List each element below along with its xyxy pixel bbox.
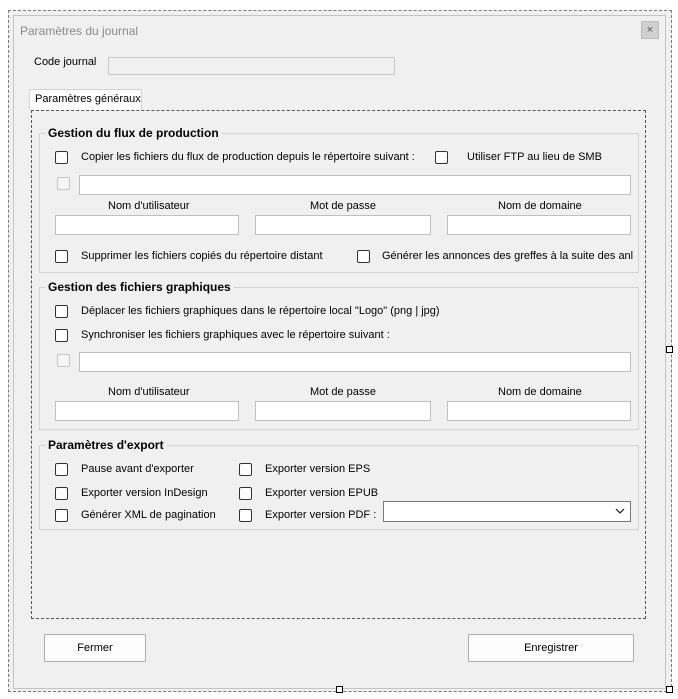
close-button[interactable]: Fermer xyxy=(44,634,146,662)
resize-handle-bottom[interactable] xyxy=(336,686,343,693)
group-export-title: Paramètres d'export xyxy=(45,438,167,452)
tab-parametres-generaux[interactable]: Paramètres généraux xyxy=(29,89,142,110)
pause-before-export-checkbox[interactable] xyxy=(55,463,68,476)
generate-announces-label: Générer les annonces des greffes à la su… xyxy=(382,250,634,262)
flux-domain-label: Nom de domaine xyxy=(498,200,582,212)
export-eps-label: Exporter version EPS xyxy=(265,463,371,475)
generate-announces-checkbox[interactable] xyxy=(357,250,370,263)
generate-xml-label: Générer XML de pagination xyxy=(81,509,216,521)
move-graphics-checkbox[interactable] xyxy=(55,305,68,318)
title-bar: Paramètres du journal × xyxy=(14,16,665,44)
flux-path-checkbox[interactable] xyxy=(57,177,70,190)
move-graphics-label: Déplacer les fichiers graphiques dans le… xyxy=(81,305,440,317)
close-icon[interactable]: × xyxy=(641,21,659,39)
pdf-preset-dropdown[interactable] xyxy=(383,501,631,522)
graphics-domain-label: Nom de domaine xyxy=(498,386,582,398)
flux-user-label: Nom d'utilisateur xyxy=(108,200,190,212)
graphics-password-input[interactable] xyxy=(255,401,431,421)
delete-copied-checkbox[interactable] xyxy=(55,250,68,263)
graphics-domain-input[interactable] xyxy=(447,401,631,421)
sync-graphics-label: Synchroniser les fichiers graphiques ave… xyxy=(81,329,390,341)
pause-before-export-label: Pause avant d'exporter xyxy=(81,463,194,475)
copy-files-label: Copier les fichiers du flux de productio… xyxy=(81,151,415,163)
chevron-down-icon xyxy=(615,508,625,514)
use-ftp-label: Utiliser FTP au lieu de SMB xyxy=(467,151,602,163)
generate-xml-checkbox[interactable] xyxy=(55,509,68,522)
sync-graphics-checkbox[interactable] xyxy=(55,329,68,342)
group-flux-title: Gestion du flux de production xyxy=(45,126,222,140)
export-pdf-label: Exporter version PDF : xyxy=(265,509,377,521)
export-epub-checkbox[interactable] xyxy=(239,487,252,500)
export-eps-checkbox[interactable] xyxy=(239,463,252,476)
resize-handle-corner[interactable] xyxy=(666,686,673,693)
flux-user-input[interactable] xyxy=(55,215,239,235)
code-journal-field[interactable] xyxy=(108,57,395,75)
flux-domain-input[interactable] xyxy=(447,215,631,235)
export-indesign-checkbox[interactable] xyxy=(55,487,68,500)
window-title: Paramètres du journal xyxy=(20,24,139,38)
save-button[interactable]: Enregistrer xyxy=(468,634,634,662)
delete-copied-label: Supprimer les fichiers copiés du réperto… xyxy=(81,250,323,262)
resize-handle-right[interactable] xyxy=(666,346,673,353)
flux-path-input[interactable] xyxy=(79,175,631,195)
graphics-path-checkbox[interactable] xyxy=(57,354,70,367)
graphics-password-label: Mot de passe xyxy=(310,386,377,398)
export-epub-label: Exporter version EPUB xyxy=(265,487,379,499)
export-pdf-checkbox[interactable] xyxy=(239,509,252,522)
code-journal-label: Code journal xyxy=(34,56,97,68)
use-ftp-checkbox[interactable] xyxy=(435,151,448,164)
tab-label: Paramètres généraux xyxy=(35,93,141,105)
group-graphics-title: Gestion des fichiers graphiques xyxy=(45,280,234,294)
graphics-path-input[interactable] xyxy=(79,352,631,372)
graphics-user-input[interactable] xyxy=(55,401,239,421)
export-indesign-label: Exporter version InDesign xyxy=(81,487,208,499)
graphics-user-label: Nom d'utilisateur xyxy=(108,386,190,398)
copy-files-checkbox[interactable] xyxy=(55,151,68,164)
flux-password-input[interactable] xyxy=(255,215,431,235)
flux-password-label: Mot de passe xyxy=(310,200,377,212)
